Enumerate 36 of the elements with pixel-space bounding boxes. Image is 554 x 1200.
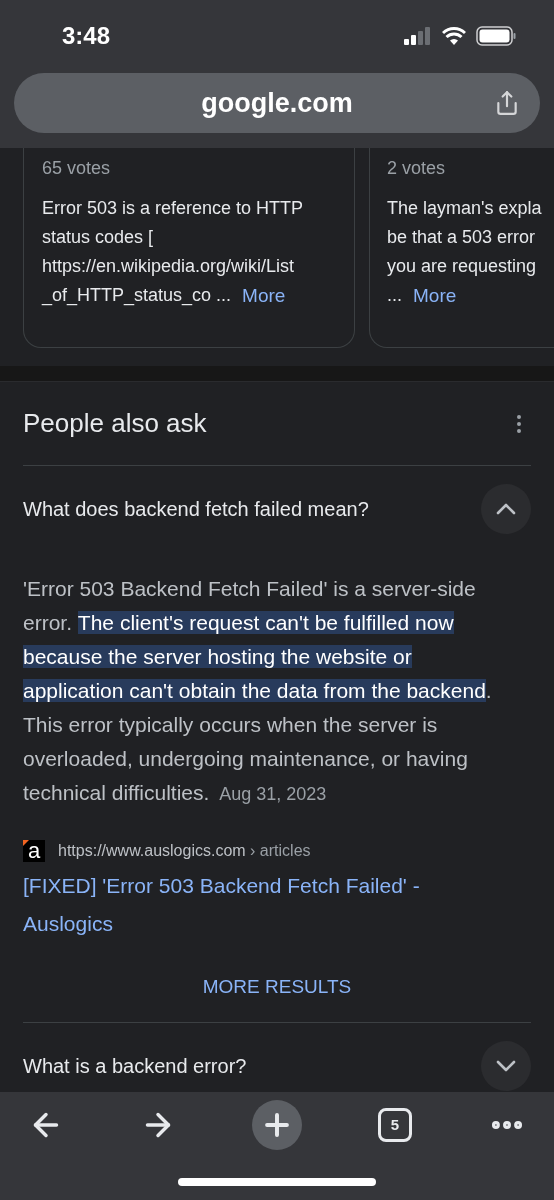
snippet-text: you are requesting xyxy=(387,255,537,278)
wifi-icon xyxy=(442,27,466,45)
snippet-text: Error 503 is a reference to HTTP xyxy=(42,197,304,220)
question-text[interactable]: What does backend fetch failed mean? xyxy=(23,494,369,524)
signal-icon xyxy=(404,27,432,45)
section-title: People also ask xyxy=(23,407,207,440)
chevron-icon xyxy=(496,1059,516,1072)
more-link[interactable]: More xyxy=(413,281,457,310)
address-bar[interactable]: google.com xyxy=(14,73,540,133)
question-text[interactable]: What is a backend error? xyxy=(23,1050,247,1081)
answer-text: 'Error 503 Backend Fetch Failed' is a server-side error. The client's request can't be fulfilled now because the server hosting the website or application can't obtain the data from the backend. This error typically occurs when the server is overloaded, undergoing maintenance, or having technical difficulties. Aug 31, 2023 xyxy=(23,576,493,806)
new-tab-button[interactable] xyxy=(252,1100,302,1150)
vote-count: 65 votes xyxy=(42,157,112,180)
tab-count-button[interactable]: 5 xyxy=(378,1108,412,1142)
expand-toggle[interactable] xyxy=(481,1040,531,1091)
battery-icon xyxy=(476,26,516,46)
site-favicon: a xyxy=(23,840,45,862)
chevron-icon xyxy=(496,503,516,515)
snippet-text: be that a 503 error xyxy=(387,226,536,249)
more-results-button[interactable]: MORE RESULTS xyxy=(202,973,352,1002)
answer-card[interactable]: 2 votes The layman's expla be that a 503 error you are requesting ... More xyxy=(369,148,554,348)
snippet-text: ... xyxy=(387,284,402,307)
answer-card[interactable]: 65 votes Error 503 is a reference to HTTP status codes [ https://en.wikipedia.org/wiki/List _of_HTTP_status_co ... More xyxy=(23,148,355,348)
url-text: google.com xyxy=(201,86,353,120)
share-icon[interactable] xyxy=(494,90,520,116)
result-title-link[interactable]: [FIXED] 'Error 503 Backend Fetch Failed' - Auslogics xyxy=(23,867,483,943)
more-link[interactable]: More xyxy=(242,281,286,310)
snippet-text: The layman's expla xyxy=(387,197,542,220)
expand-toggle[interactable] xyxy=(481,484,531,534)
status-time: 3:48 xyxy=(62,21,111,51)
snippet-text: https://en.wikipedia.org/wiki/List xyxy=(42,255,295,278)
vote-count: 2 votes xyxy=(387,157,447,180)
source-url: https://www.auslogics.com xyxy=(58,842,246,859)
snippet-text: status codes [ xyxy=(42,226,154,249)
snippet-text: _of_HTTP_status_co ... xyxy=(42,284,232,308)
source-path: › articles xyxy=(250,842,311,859)
